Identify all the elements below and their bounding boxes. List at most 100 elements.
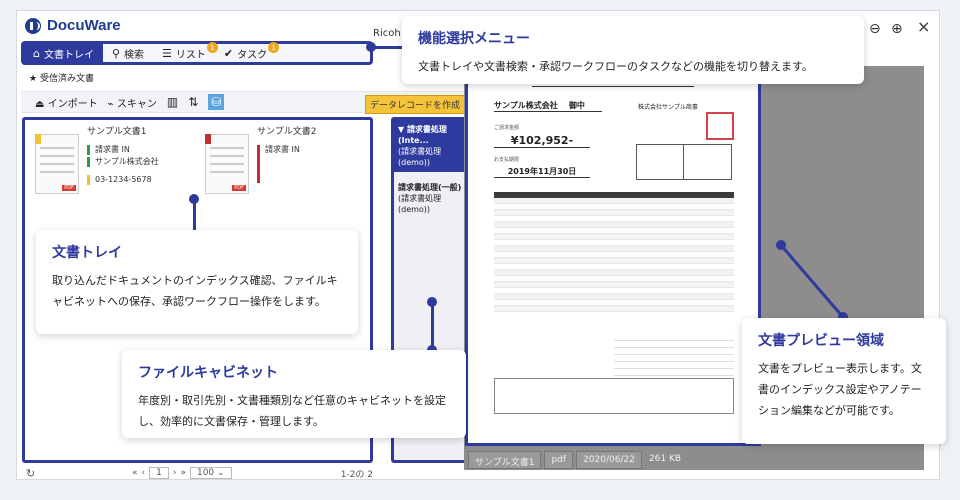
company-seal-icon bbox=[706, 112, 734, 140]
status-file-size: 261 KB bbox=[648, 454, 682, 464]
tab-label: 検索 bbox=[124, 49, 145, 61]
workflow-title: ▼ 請求書処理(Inte... bbox=[398, 125, 447, 145]
invoice-due-date: 2019年11月30日 bbox=[494, 166, 590, 178]
document-name: サンプル文書2 bbox=[257, 127, 317, 137]
callout-title: 文書プレビュー領域 bbox=[758, 333, 884, 349]
check-icon: ✔ bbox=[223, 46, 234, 60]
menu-connector-dot bbox=[366, 42, 376, 52]
menu-connector bbox=[372, 46, 402, 49]
tab-label: タスク bbox=[237, 49, 268, 61]
invoice-recipient: サンプル株式会社 御中 bbox=[494, 100, 602, 112]
scan-icon: ⌁ bbox=[107, 98, 114, 110]
invoice-amount: ¥102,952- bbox=[494, 134, 590, 148]
approval-box bbox=[636, 144, 732, 180]
pdf-icon: PDF bbox=[232, 185, 246, 191]
callout-title: 文書トレイ bbox=[52, 245, 122, 261]
workflow-subtitle: (請求書処理(demo)) bbox=[398, 194, 442, 214]
star-icon: ★ bbox=[29, 74, 38, 84]
callout-description: 取り込んだドキュメントのインデックス確認、ファイルキャビネットへの保存、承認ワー… bbox=[52, 274, 338, 308]
document-field: 請求書 IN bbox=[87, 145, 159, 155]
tab-tasks[interactable]: ✔ タスク 1 bbox=[215, 42, 280, 62]
document-meta: サンプル文書1 請求書 IN サンプル株式会社 03-1234-5678 bbox=[87, 124, 159, 194]
logo: DocuWare bbox=[25, 17, 121, 34]
tray-toolbar: ⏏ インポート ⌁ スキャン ▥ ⇅ ⛁ データレコードを作成 bbox=[21, 91, 473, 114]
per-page-select[interactable]: 100 ⌄ bbox=[189, 467, 232, 479]
docuware-logo-icon bbox=[25, 17, 41, 34]
callout-description: 文書をプレビュー表示します。文書のインデックス設定やアノテーション編集などが可能… bbox=[758, 362, 922, 417]
cabinet-connector bbox=[431, 302, 434, 350]
cabinet-connector-dot bbox=[427, 297, 437, 307]
sort-icon[interactable]: ⇅ bbox=[188, 95, 198, 109]
tray-icon: ⌂ bbox=[33, 46, 40, 60]
first-page-icon[interactable]: « bbox=[132, 468, 138, 478]
prev-page-icon[interactable]: ‹ bbox=[142, 468, 146, 478]
zoom-in-icon[interactable]: ⊕ bbox=[891, 21, 903, 37]
database-icon[interactable]: ⛁ bbox=[208, 94, 225, 110]
logo-text: DocuWare bbox=[47, 17, 121, 34]
document-preview[interactable]: 御請求書 サンプル株式会社 御中 ご請求金額 ¥102,952- お支払期限 2… bbox=[465, 66, 761, 446]
callout-file-cabinet: ファイルキャビネット 年度別・取引先別・文書種類別など任意のキャビネットを設定し… bbox=[122, 350, 466, 438]
import-button[interactable]: ⏏ インポート bbox=[35, 95, 98, 110]
status-date: 2020/06/22 bbox=[576, 451, 642, 469]
document-card[interactable]: PDF サンプル文書2 請求書 IN bbox=[205, 124, 316, 194]
invoice-notes-box bbox=[494, 378, 734, 414]
document-thumbnail: PDF bbox=[35, 134, 79, 194]
last-page-icon[interactable]: » bbox=[180, 468, 186, 478]
search-icon: ⚲ bbox=[111, 46, 121, 60]
tray-connector-dot bbox=[189, 194, 199, 204]
invoice-honorific: 御中 bbox=[568, 101, 585, 110]
callout-document-tray: 文書トレイ 取り込んだドキュメントのインデックス確認、ファイルキャビネットへの保… bbox=[36, 230, 358, 334]
callout-function-menu: 機能選択メニュー 文書トレイや文書検索・承認ワークフローのタスクなどの機能を切り… bbox=[402, 16, 864, 84]
tab-document-tray[interactable]: ⌂ 文書トレイ bbox=[24, 44, 103, 62]
per-page-value: 100 bbox=[196, 468, 215, 478]
received-documents-header: ★ 受信済み文書 bbox=[29, 71, 94, 84]
workflow-item[interactable]: ▼ 請求書処理(Inte... (請求書処理(demo)) bbox=[394, 120, 474, 172]
tab-label: 文書トレイ bbox=[43, 49, 94, 61]
workflow-title-text: 請求書処理(Inte... bbox=[398, 125, 447, 145]
tab-list[interactable]: ☰ リスト 1 bbox=[153, 42, 218, 62]
document-thumbnail: PDF bbox=[205, 134, 249, 194]
tab-search[interactable]: ⚲ 検索 bbox=[103, 44, 153, 62]
callout-preview-area: 文書プレビュー領域 文書をプレビュー表示します。文書のインデックス設定やアノテー… bbox=[742, 318, 946, 444]
document-field: 03-1234-5678 bbox=[87, 175, 159, 185]
invoice-summary bbox=[614, 334, 734, 376]
callout-description: 文書トレイや文書検索・承認ワークフローのタスクなどの機能を切り替えます。 bbox=[418, 60, 813, 73]
tab-label: リスト bbox=[175, 49, 206, 61]
pdf-icon: PDF bbox=[62, 185, 76, 191]
preview-connector-dot bbox=[776, 240, 786, 250]
workflow-item[interactable]: 請求書処理(一般) (請求書処理(demo)) bbox=[394, 178, 474, 219]
workflow-subtitle: (請求書処理(demo)) bbox=[398, 147, 442, 167]
import-label: インポート bbox=[47, 98, 98, 110]
preview-status-bar: サンプル文書1 pdf 2020/06/22 261 KB bbox=[468, 451, 685, 469]
create-data-record-button[interactable]: データレコードを作成 bbox=[364, 95, 465, 114]
page-number-input[interactable]: 1 bbox=[149, 467, 169, 479]
columns-view-icon[interactable]: ▥ bbox=[167, 95, 178, 109]
close-icon[interactable]: × bbox=[917, 17, 930, 36]
invoice-company: サンプル株式会社 bbox=[494, 101, 558, 110]
document-card[interactable]: PDF サンプル文書1 請求書 IN サンプル株式会社 03-1234-5678 bbox=[35, 124, 159, 194]
workflow-title: 請求書処理(一般) bbox=[398, 183, 462, 192]
scan-button[interactable]: ⌁ スキャン bbox=[108, 95, 157, 110]
status-document-name: サンプル文書1 bbox=[468, 451, 542, 469]
yellow-flag-icon bbox=[35, 134, 41, 144]
task-count-badge: 1 bbox=[268, 42, 280, 53]
next-page-icon[interactable]: › bbox=[173, 468, 177, 478]
callout-description: 年度別・取引先別・文書種類別など任意のキャビネットを設定し、効率的に文書保存・管… bbox=[138, 394, 446, 428]
import-icon: ⏏ bbox=[35, 98, 45, 110]
scan-label: スキャン bbox=[116, 98, 157, 110]
received-label: 受信済み文書 bbox=[39, 74, 94, 84]
document-name: サンプル文書1 bbox=[87, 127, 147, 137]
list-icon: ☰ bbox=[162, 46, 172, 60]
document-field: サンプル株式会社 bbox=[87, 157, 159, 167]
invoice-issuer: 株式会社サンプル商事 bbox=[638, 104, 698, 111]
status-file-type: pdf bbox=[544, 451, 574, 469]
page-controls: « ‹ 1 › » 100 ⌄ bbox=[132, 467, 232, 479]
zoom-out-icon[interactable]: ⊖ bbox=[869, 21, 881, 37]
refresh-icon[interactable]: ↻ bbox=[26, 467, 35, 480]
due-label: お支払期限 bbox=[494, 157, 520, 163]
amount-label: ご請求金額 bbox=[494, 125, 520, 131]
result-count: 1-2の 2 bbox=[340, 469, 373, 480]
callout-title: 機能選択メニュー bbox=[418, 31, 530, 47]
callout-title: ファイルキャビネット bbox=[138, 365, 278, 381]
invoice-table bbox=[494, 192, 734, 312]
